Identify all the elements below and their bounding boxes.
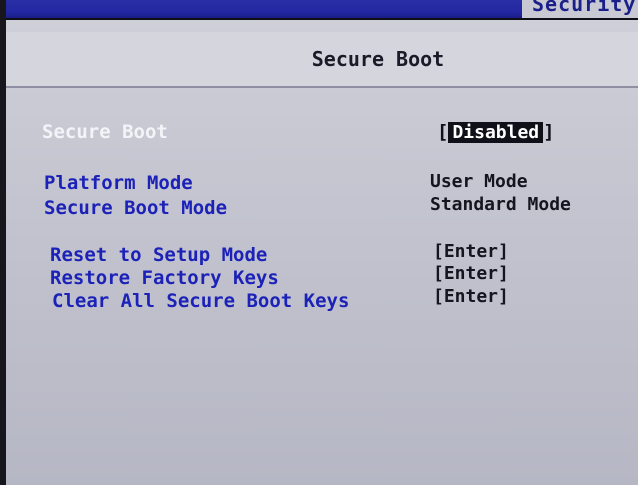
secure-boot-mode-option[interactable]: Secure Boot Mode [44,197,227,219]
page-title: Secure Boot [311,47,445,71]
platform-mode-label: Platform Mode [44,172,193,194]
reset-setup-mode-option[interactable]: Reset to Setup Mode [50,244,267,266]
secure-boot-option[interactable]: Secure Boot [42,121,168,143]
tab-bar: Security [6,0,638,18]
bracket-right: ] [543,121,555,143]
tab-security[interactable]: Security [522,0,638,18]
secure-boot-value-field[interactable]: [Disabled] [437,121,555,144]
clear-all-keys-enter[interactable]: [Enter] [433,286,509,308]
bios-screen: Security Secure Boot Secure Boot [Disabl… [0,0,638,485]
page-title-bar: Secure Boot [6,32,638,88]
bracket-left: [ [437,121,449,143]
restore-factory-keys-enter[interactable]: [Enter] [433,263,509,285]
restore-factory-keys-option[interactable]: Restore Factory Keys [50,267,279,289]
reset-setup-mode-enter[interactable]: [Enter] [433,241,509,263]
secure-boot-value: Disabled [448,122,544,143]
clear-all-keys-option[interactable]: Clear All Secure Boot Keys [52,290,349,312]
tab-security-label: Security [532,0,637,16]
platform-mode-value: User Mode [430,171,528,192]
secure-boot-mode-value[interactable]: Standard Mode [430,194,571,216]
main-panel: Secure Boot Secure Boot [Disabled] Platf… [6,20,638,485]
